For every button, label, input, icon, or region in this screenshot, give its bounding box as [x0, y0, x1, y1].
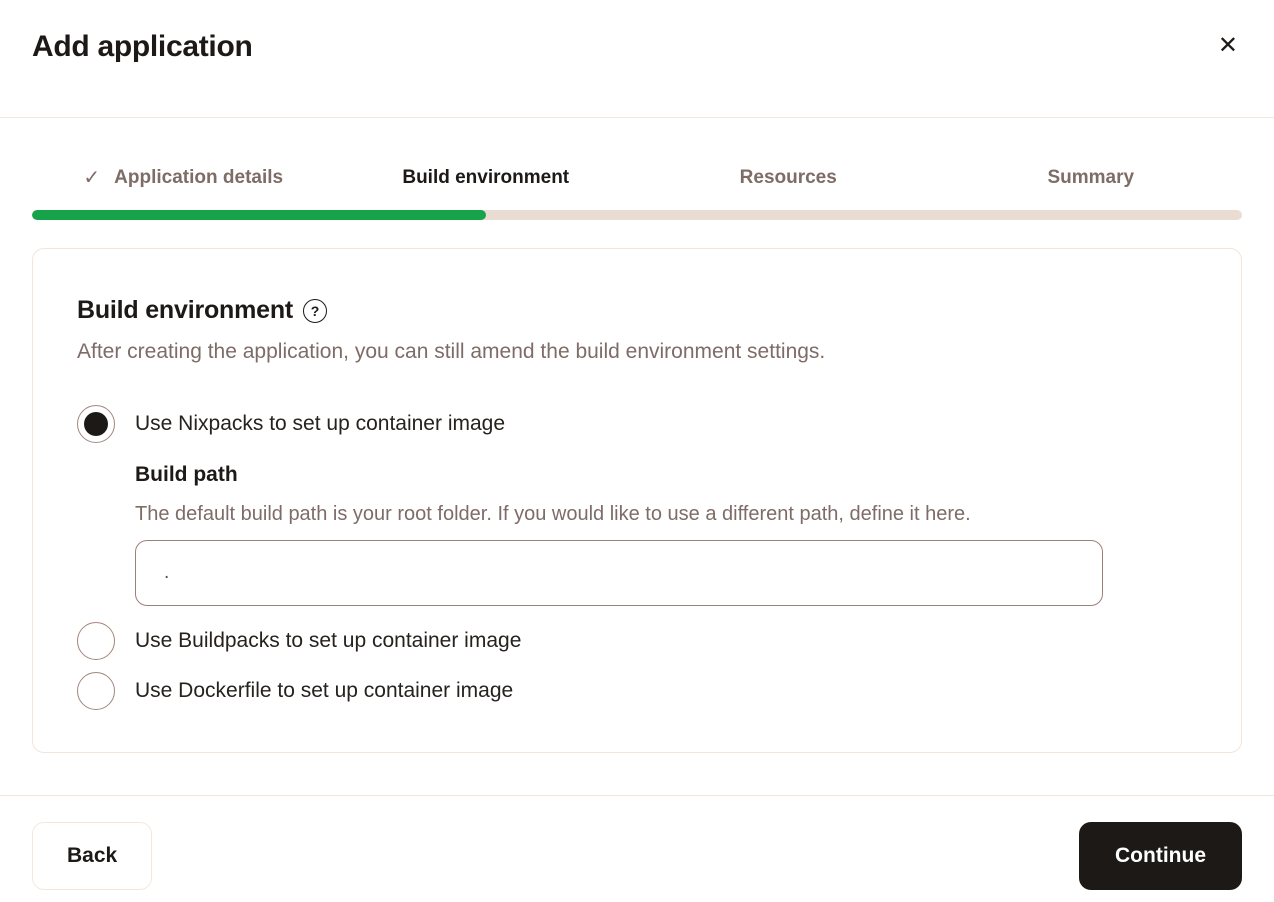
- check-icon: ✓: [83, 164, 100, 192]
- build-environment-card: Build environment ? After creating the a…: [32, 248, 1242, 753]
- build-path-input[interactable]: [135, 540, 1103, 606]
- option-dockerfile-label[interactable]: Use Dockerfile to set up container image: [135, 679, 513, 703]
- stepper-tabs: ✓ Application details Build environment …: [32, 164, 1242, 192]
- option-nixpacks: Use Nixpacks to set up container image: [77, 405, 1197, 443]
- close-icon[interactable]: ✕: [1218, 34, 1238, 58]
- option-dockerfile: Use Dockerfile to set up container image: [77, 672, 1197, 710]
- tab-label: Resources: [740, 164, 837, 192]
- add-application-modal: Add application ✕ ✓ Application details …: [0, 0, 1274, 902]
- back-button[interactable]: Back: [32, 822, 152, 890]
- tab-label: Application details: [114, 164, 283, 192]
- build-path-help: The default build path is your root fold…: [135, 501, 1197, 528]
- build-path-group: Build path The default build path is you…: [135, 461, 1197, 606]
- progress-bar: [32, 210, 1242, 220]
- section-heading: Build environment: [77, 293, 293, 327]
- continue-button[interactable]: Continue: [1079, 822, 1242, 890]
- build-path-label: Build path: [135, 461, 1197, 489]
- tab-build-environment[interactable]: Build environment: [335, 164, 638, 192]
- tab-summary[interactable]: Summary: [940, 164, 1243, 192]
- option-buildpacks: Use Buildpacks to set up container image: [77, 622, 1197, 660]
- progress-fill: [32, 210, 486, 220]
- modal-footer: Back Continue: [0, 795, 1274, 902]
- modal-header: Add application ✕: [0, 0, 1274, 118]
- page-title: Add application: [32, 30, 1242, 64]
- stepper: ✓ Application details Build environment …: [0, 164, 1274, 220]
- option-buildpacks-label[interactable]: Use Buildpacks to set up container image: [135, 629, 521, 653]
- option-nixpacks-label[interactable]: Use Nixpacks to set up container image: [135, 412, 505, 436]
- radio-dockerfile[interactable]: [77, 672, 115, 710]
- radio-buildpacks[interactable]: [77, 622, 115, 660]
- tab-label: Build environment: [402, 164, 569, 192]
- tab-label: Summary: [1047, 164, 1134, 192]
- tab-application-details[interactable]: ✓ Application details: [32, 164, 335, 192]
- tab-resources[interactable]: Resources: [637, 164, 940, 192]
- section-description: After creating the application, you can …: [77, 337, 1197, 367]
- radio-nixpacks[interactable]: [77, 405, 115, 443]
- help-icon[interactable]: ?: [303, 299, 327, 323]
